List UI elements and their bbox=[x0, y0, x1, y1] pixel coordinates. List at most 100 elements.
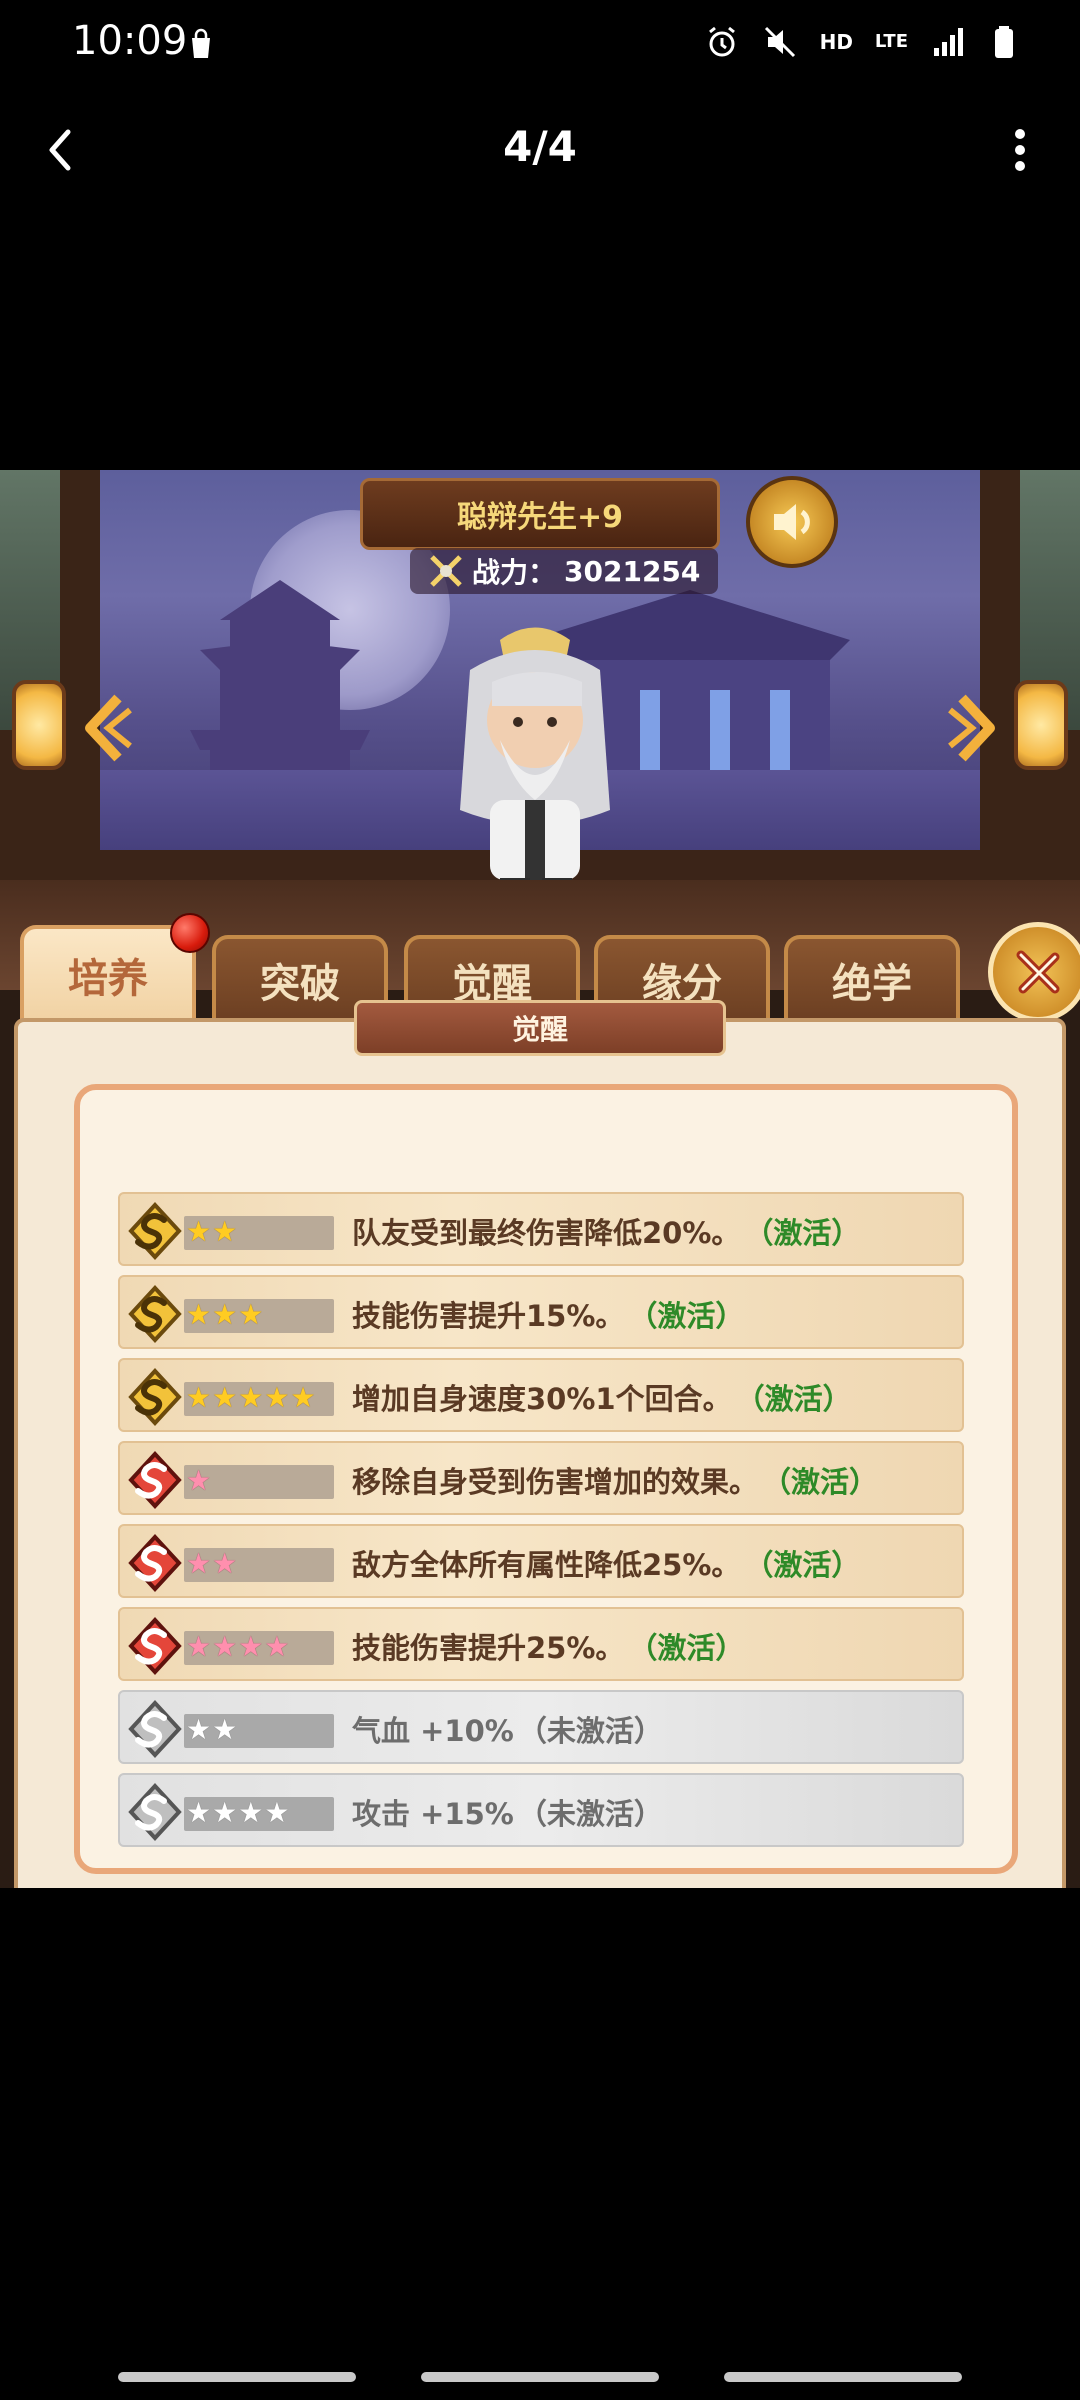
star-icon: ★ bbox=[264, 1381, 290, 1414]
section-title: 觉醒 bbox=[511, 1013, 568, 1046]
awaken-row[interactable]: ★ ★ ★ 技能伤害提升15%。 （激活） bbox=[118, 1275, 964, 1349]
red-s-icon bbox=[128, 1451, 182, 1509]
star-icon: ★ bbox=[264, 1796, 290, 1829]
double-chevron-right-icon bbox=[948, 694, 995, 762]
star-icon: ★ bbox=[264, 1630, 290, 1663]
star-rating: ★ ★ ★ ★ ★ bbox=[186, 1380, 316, 1416]
star-rating: ★ ★ bbox=[186, 1712, 237, 1748]
hero-character bbox=[460, 627, 610, 890]
effect-status: （激活） bbox=[762, 1465, 879, 1499]
shopping-bag-icon bbox=[192, 28, 210, 58]
awaken-effect-text: 技能伤害提升15%。 （激活） bbox=[352, 1277, 744, 1351]
section-title-banner: 觉醒 bbox=[354, 1000, 726, 1056]
page-counter: 4/4 bbox=[503, 122, 577, 171]
pagoda-silhouette bbox=[190, 580, 370, 790]
tab-ultimate[interactable]: 绝学 bbox=[784, 935, 960, 1021]
nav-handle-center[interactable] bbox=[421, 2372, 659, 2382]
notification-dot bbox=[170, 913, 210, 953]
star-icon: ★ bbox=[186, 1713, 212, 1746]
app-bar: 4/4 bbox=[0, 100, 1080, 200]
gesture-bar bbox=[0, 2372, 1080, 2384]
power-label: 战力： bbox=[472, 556, 557, 589]
red-s-icon bbox=[128, 1534, 182, 1592]
star-rating: ★ ★ ★ ★ bbox=[186, 1795, 289, 1831]
tab-cultivate[interactable]: 培养 bbox=[20, 925, 196, 1021]
more-vertical-icon bbox=[1015, 129, 1025, 171]
star-rating: ★ ★ bbox=[186, 1546, 237, 1582]
awaken-row[interactable]: ★ ★ ★ ★ 攻击 +15% （未激活） bbox=[118, 1773, 964, 1847]
awaken-effect-text: 移除自身受到伤害增加的效果。 （激活） bbox=[352, 1443, 878, 1517]
lte-indicator: LTE bbox=[874, 31, 908, 52]
star-icon: ★ bbox=[186, 1464, 212, 1497]
effect-status: （激活） bbox=[744, 1216, 861, 1250]
effect-description: 技能伤害提升15%。 bbox=[352, 1299, 625, 1333]
awaken-row[interactable]: ★ ★ ★ ★ ★ 增加自身速度30%1个回合。 （激活） bbox=[118, 1358, 964, 1432]
silver-s-icon bbox=[128, 1783, 182, 1841]
status-bar: 10:09 HD LTE bbox=[0, 0, 1080, 90]
effect-status: （激活） bbox=[735, 1382, 852, 1416]
status-icons: HD LTE bbox=[704, 24, 1024, 60]
awaken-row[interactable]: ★ ★ ★ ★ 技能伤害提升25%。 （激活） bbox=[118, 1607, 964, 1681]
more-options-button[interactable] bbox=[990, 120, 1050, 180]
star-icon: ★ bbox=[186, 1298, 212, 1331]
silver-s-icon bbox=[128, 1700, 182, 1758]
awaken-list: ★ ★ 队友受到最终伤害降低20%。 （激活） ★ ★ ★ 技能伤害提升15%。 （激活） ★ ★ ★… bbox=[118, 1192, 964, 1856]
close-button[interactable] bbox=[988, 922, 1080, 1022]
star-icon: ★ bbox=[186, 1796, 212, 1829]
gold-s-icon bbox=[128, 1202, 182, 1260]
hero-name: 聪辩先生+9 bbox=[456, 500, 623, 535]
hero-name-plate: 聪辩先生+9 bbox=[360, 478, 720, 550]
star-icon: ★ bbox=[238, 1796, 264, 1829]
double-chevron-left-icon bbox=[85, 694, 132, 762]
lantern-right bbox=[1014, 680, 1068, 770]
nav-handle-left[interactable] bbox=[118, 2372, 356, 2382]
speaker-icon bbox=[774, 504, 810, 540]
star-rating: ★ ★ bbox=[186, 1214, 237, 1250]
nav-handle-right[interactable] bbox=[724, 2372, 962, 2382]
crossed-swords-icon bbox=[430, 555, 462, 587]
awaken-row[interactable]: ★ 移除自身受到伤害增加的效果。 （激活） bbox=[118, 1441, 964, 1515]
power-value: 3021254 bbox=[564, 554, 701, 588]
star-icon: ★ bbox=[212, 1547, 238, 1580]
effect-description: 气血 +10% bbox=[352, 1714, 514, 1748]
star-icon: ★ bbox=[186, 1547, 212, 1580]
scene-background: 聪辩先生+9 战力： 3021254 bbox=[0, 470, 1080, 890]
voice-button[interactable] bbox=[746, 476, 838, 568]
mute-icon bbox=[764, 26, 795, 58]
star-icon: ★ bbox=[186, 1381, 212, 1414]
awaken-effect-text: 增加自身速度30%1个回合。 （激活） bbox=[352, 1360, 852, 1434]
awaken-row[interactable]: ★ ★ 队友受到最终伤害降低20%。 （激活） bbox=[118, 1192, 964, 1266]
star-rating: ★ bbox=[186, 1463, 211, 1499]
star-icon: ★ bbox=[212, 1796, 238, 1829]
star-icon: ★ bbox=[212, 1713, 238, 1746]
lantern-left bbox=[12, 680, 66, 770]
awaken-effect-text: 敌方全体所有属性降低25%。 （激活） bbox=[352, 1526, 860, 1600]
star-icon: ★ bbox=[238, 1630, 264, 1663]
next-hero-button[interactable] bbox=[942, 688, 1002, 768]
awaken-effect-text: 队友受到最终伤害降低20%。 （激活） bbox=[352, 1194, 860, 1268]
effect-description: 增加自身速度30%1个回合。 bbox=[352, 1382, 732, 1416]
signal-icon bbox=[934, 28, 963, 56]
star-icon: ★ bbox=[238, 1381, 264, 1414]
effect-description: 队友受到最终伤害降低20%。 bbox=[352, 1216, 741, 1250]
awaken-row[interactable]: ★ ★ 气血 +10% （未激活） bbox=[118, 1690, 964, 1764]
awaken-row[interactable]: ★ ★ 敌方全体所有属性降低25%。 （激活） bbox=[118, 1524, 964, 1598]
star-icon: ★ bbox=[212, 1630, 238, 1663]
star-icon: ★ bbox=[212, 1298, 238, 1331]
game-screenshot[interactable]: 聪辩先生+9 战力： 3021254 培养 突破 觉醒 缘分 绝学 觉醒 ★ ★… bbox=[0, 470, 1080, 1888]
star-icon: ★ bbox=[290, 1381, 316, 1414]
awaken-effect-text: 气血 +10% （未激活） bbox=[352, 1692, 663, 1766]
star-icon: ★ bbox=[186, 1215, 212, 1248]
star-icon: ★ bbox=[186, 1630, 212, 1663]
effect-status: （激活） bbox=[628, 1299, 745, 1333]
effect-status: （未激活） bbox=[517, 1714, 663, 1748]
prev-hero-button[interactable] bbox=[78, 688, 138, 768]
effect-description: 技能伤害提升25%。 bbox=[352, 1631, 625, 1665]
awaken-effect-text: 技能伤害提升25%。 （激活） bbox=[352, 1609, 744, 1683]
status-time: 10:09 bbox=[72, 18, 188, 64]
battery-icon bbox=[995, 26, 1013, 58]
star-icon: ★ bbox=[212, 1381, 238, 1414]
red-s-icon bbox=[128, 1617, 182, 1675]
effect-status: （激活） bbox=[744, 1548, 861, 1582]
effect-description: 攻击 +15% bbox=[352, 1797, 514, 1831]
